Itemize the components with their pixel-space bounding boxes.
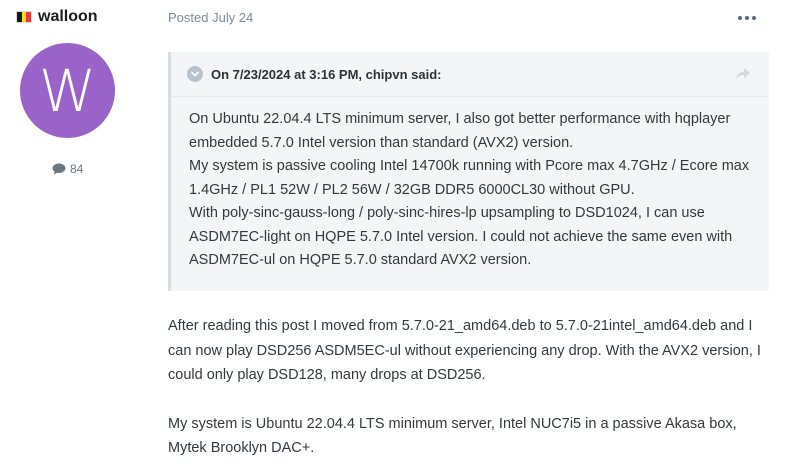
post-date[interactable]: Posted July 24 [168,10,253,25]
quote-body: On Ubuntu 22.04.4 LTS minimum server, I … [171,97,769,273]
author-name-row: walloon [16,6,98,28]
more-options-icon[interactable] [738,16,756,22]
author-name[interactable]: walloon [38,8,98,26]
belgium-flag-icon [16,11,32,23]
post-count-value: 84 [70,162,84,176]
chevron-down-icon[interactable] [187,66,203,82]
quote-paragraph: With poly-sinc-gauss-long / poly-sinc-hi… [189,205,733,268]
quote-citation: On 7/23/2024 at 3:16 PM, chipvn said: [211,66,442,82]
post-count[interactable]: 84 [52,162,83,176]
forum-post: walloon W 84 Posted July 24 On 7/23/2024… [0,0,800,463]
quote-paragraph: On Ubuntu 22.04.4 LTS minimum server, I … [189,111,731,151]
avatar[interactable]: W [20,43,115,138]
quote-paragraph: My system is passive cooling Intel 14700… [189,158,750,198]
post-paragraph: My system is Ubuntu 22.04.4 LTS minimum … [168,415,737,457]
post-body: After reading this post I moved from 5.7… [168,314,778,463]
quote-header: On 7/23/2024 at 3:16 PM, chipvn said: [171,52,769,97]
share-arrow-icon[interactable] [735,67,751,81]
avatar-letter: W [38,56,97,125]
comment-icon [52,163,66,175]
author-panel: walloon W 84 [0,0,140,463]
quote-block: On 7/23/2024 at 3:16 PM, chipvn said: On… [168,52,769,291]
post-paragraph: After reading this post I moved from 5.7… [168,318,761,383]
